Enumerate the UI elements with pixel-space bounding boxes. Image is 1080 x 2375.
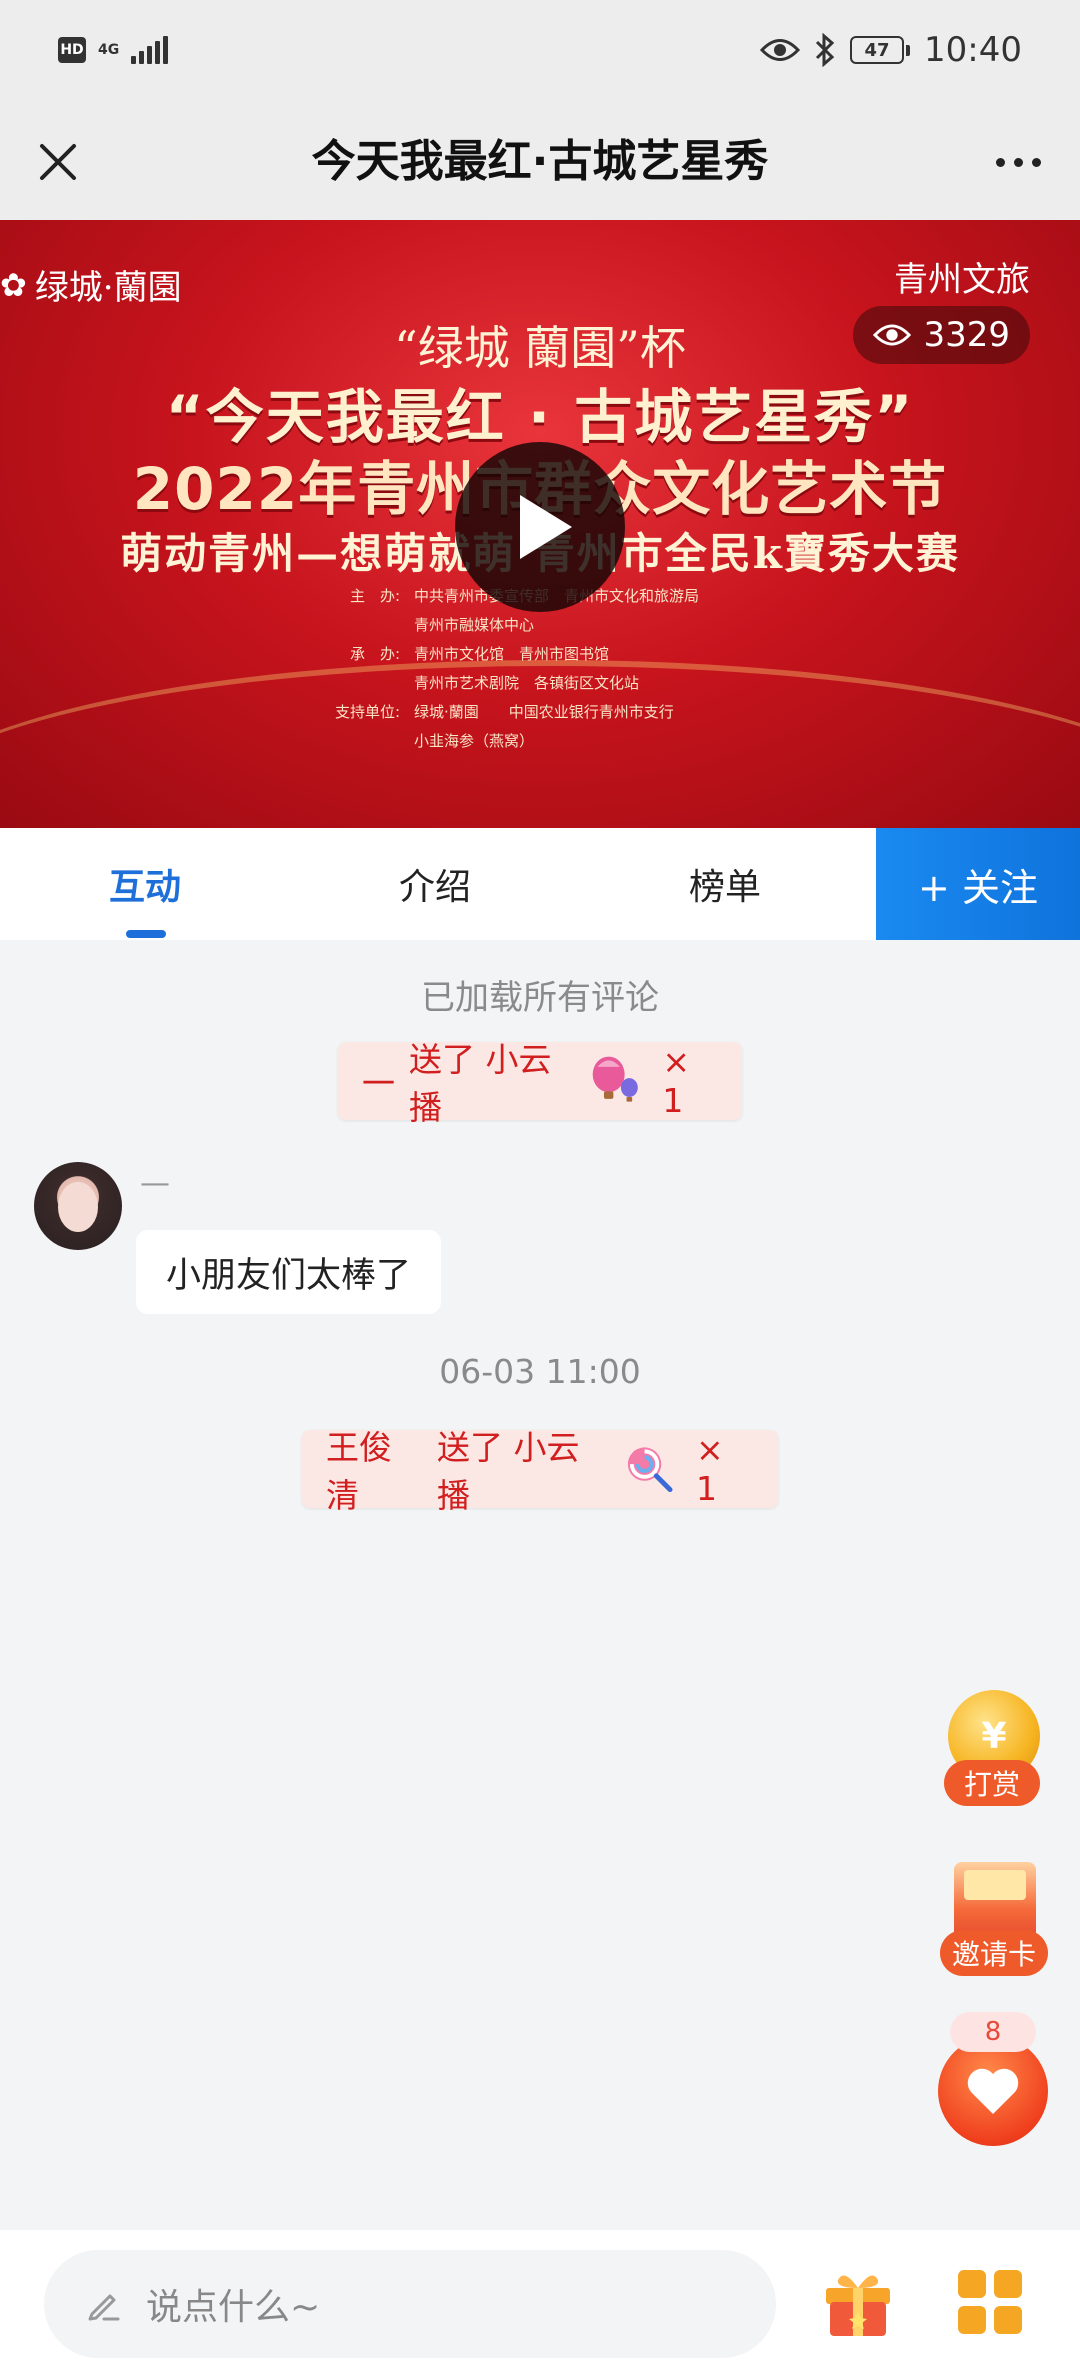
battery-icon: 47 — [850, 36, 911, 64]
like-count: 8 — [950, 2012, 1036, 2052]
active-tab-indicator — [126, 930, 166, 938]
avatar-face — [58, 1182, 98, 1232]
poster-cup-title: “绿城 蘭園”杯 — [394, 321, 686, 375]
tab-interaction[interactable]: 互动 — [0, 828, 290, 940]
credit-row: 承 办: 青州市文化馆 青州市图书馆 — [349, 645, 610, 663]
network-type: 4G — [98, 42, 120, 58]
all-comments-loaded-note: 已加载所有评论 — [421, 978, 659, 1018]
grid-cell — [958, 2306, 986, 2334]
heart-icon — [967, 2068, 1019, 2114]
balloon-gift-icon — [592, 1056, 638, 1102]
follow-button[interactable]: + 关注 — [876, 828, 1080, 940]
dot — [995, 157, 1005, 167]
tab-ranking[interactable]: 榜单 — [580, 828, 870, 940]
gift-count: × 1 — [662, 1042, 691, 1120]
reward-label: 打赏 — [944, 1760, 1040, 1806]
status-right: 47 10:40 — [760, 30, 1022, 70]
gift-action: 送了 小云播 — [409, 1040, 552, 1127]
gift-box-icon — [826, 2275, 890, 2336]
credit-row: 小韭海参（燕窝） — [414, 732, 535, 750]
credit-row: 青州市融媒体中心 — [414, 616, 535, 634]
eye-icon — [760, 39, 801, 61]
status-left: HD 4G — [58, 36, 169, 64]
credit-row: 青州市艺术剧院 各镇街区文化站 — [414, 674, 640, 692]
brand-logo: ✿ 绿城·蘭園 — [0, 260, 182, 309]
comment-placeholder: 说点什么~ — [146, 2287, 321, 2328]
invite-card-label[interactable]: 邀请卡 — [940, 1930, 1048, 1976]
grid-cell — [994, 2306, 1022, 2334]
apps-grid-icon[interactable] — [958, 2270, 1022, 2334]
tab-bar: 互动 介绍 榜单 + 关注 — [0, 828, 1080, 940]
play-icon — [520, 495, 572, 559]
comment-bubble: 小朋友们太棒了 — [136, 1230, 442, 1314]
gift-action: 送了 小云播 — [437, 1428, 580, 1515]
timestamp: 06-03 11:00 — [439, 1352, 641, 1391]
pencil-icon — [88, 2294, 120, 2321]
gift-count: × 1 — [696, 1430, 724, 1508]
status-bar: HD 4G 47 10:40 — [0, 0, 1080, 106]
page-title: 今天我最红·古城艺星秀 — [311, 136, 769, 187]
hd-badge: HD — [58, 37, 86, 63]
gift-button[interactable] — [820, 2266, 896, 2340]
grid-cell — [958, 2270, 986, 2298]
brand-name: 绿城·蘭園 — [34, 268, 182, 308]
clock: 10:40 — [924, 30, 1022, 70]
lollipop-gift-icon — [627, 1447, 673, 1493]
avatar[interactable] — [34, 1162, 122, 1250]
more-options-button[interactable] — [982, 130, 1054, 194]
signal-icon — [131, 36, 169, 64]
close-icon — [40, 144, 76, 180]
video-player[interactable]: ✿ 绿城·蘭園 青州文旅 3329 “绿城 蘭園”杯 “今天我最红 · 古城艺星… — [0, 220, 1080, 828]
play-button[interactable] — [455, 442, 625, 612]
commenter-name: — — [140, 1166, 170, 1201]
gift-sender: 王俊清 — [326, 1428, 392, 1515]
comment-input[interactable]: 说点什么~ — [44, 2250, 776, 2358]
publisher-name: 青州文旅 — [894, 260, 1030, 300]
close-button[interactable] — [26, 130, 90, 194]
gift-sender: 一 — [362, 1064, 395, 1103]
dot — [1031, 157, 1041, 167]
title-bar: 今天我最红·古城艺星秀 — [0, 106, 1080, 220]
flower-icon: ✿ — [0, 265, 27, 304]
gift-message: 王俊清 送了 小云播 × 1 — [302, 1428, 778, 1515]
grid-cell — [994, 2270, 1022, 2298]
tab-intro[interactable]: 介绍 — [290, 828, 580, 940]
gift-message: 一 送了 小云播 × 1 — [338, 1040, 742, 1127]
credit-row: 支持单位: 绿城·蘭園 中国农业银行青州市支行 — [334, 703, 674, 721]
like-button[interactable] — [938, 2036, 1048, 2146]
bluetooth-icon — [815, 33, 835, 67]
bottom-bar: 说点什么~ — [0, 2230, 1080, 2375]
dot — [1013, 157, 1023, 167]
